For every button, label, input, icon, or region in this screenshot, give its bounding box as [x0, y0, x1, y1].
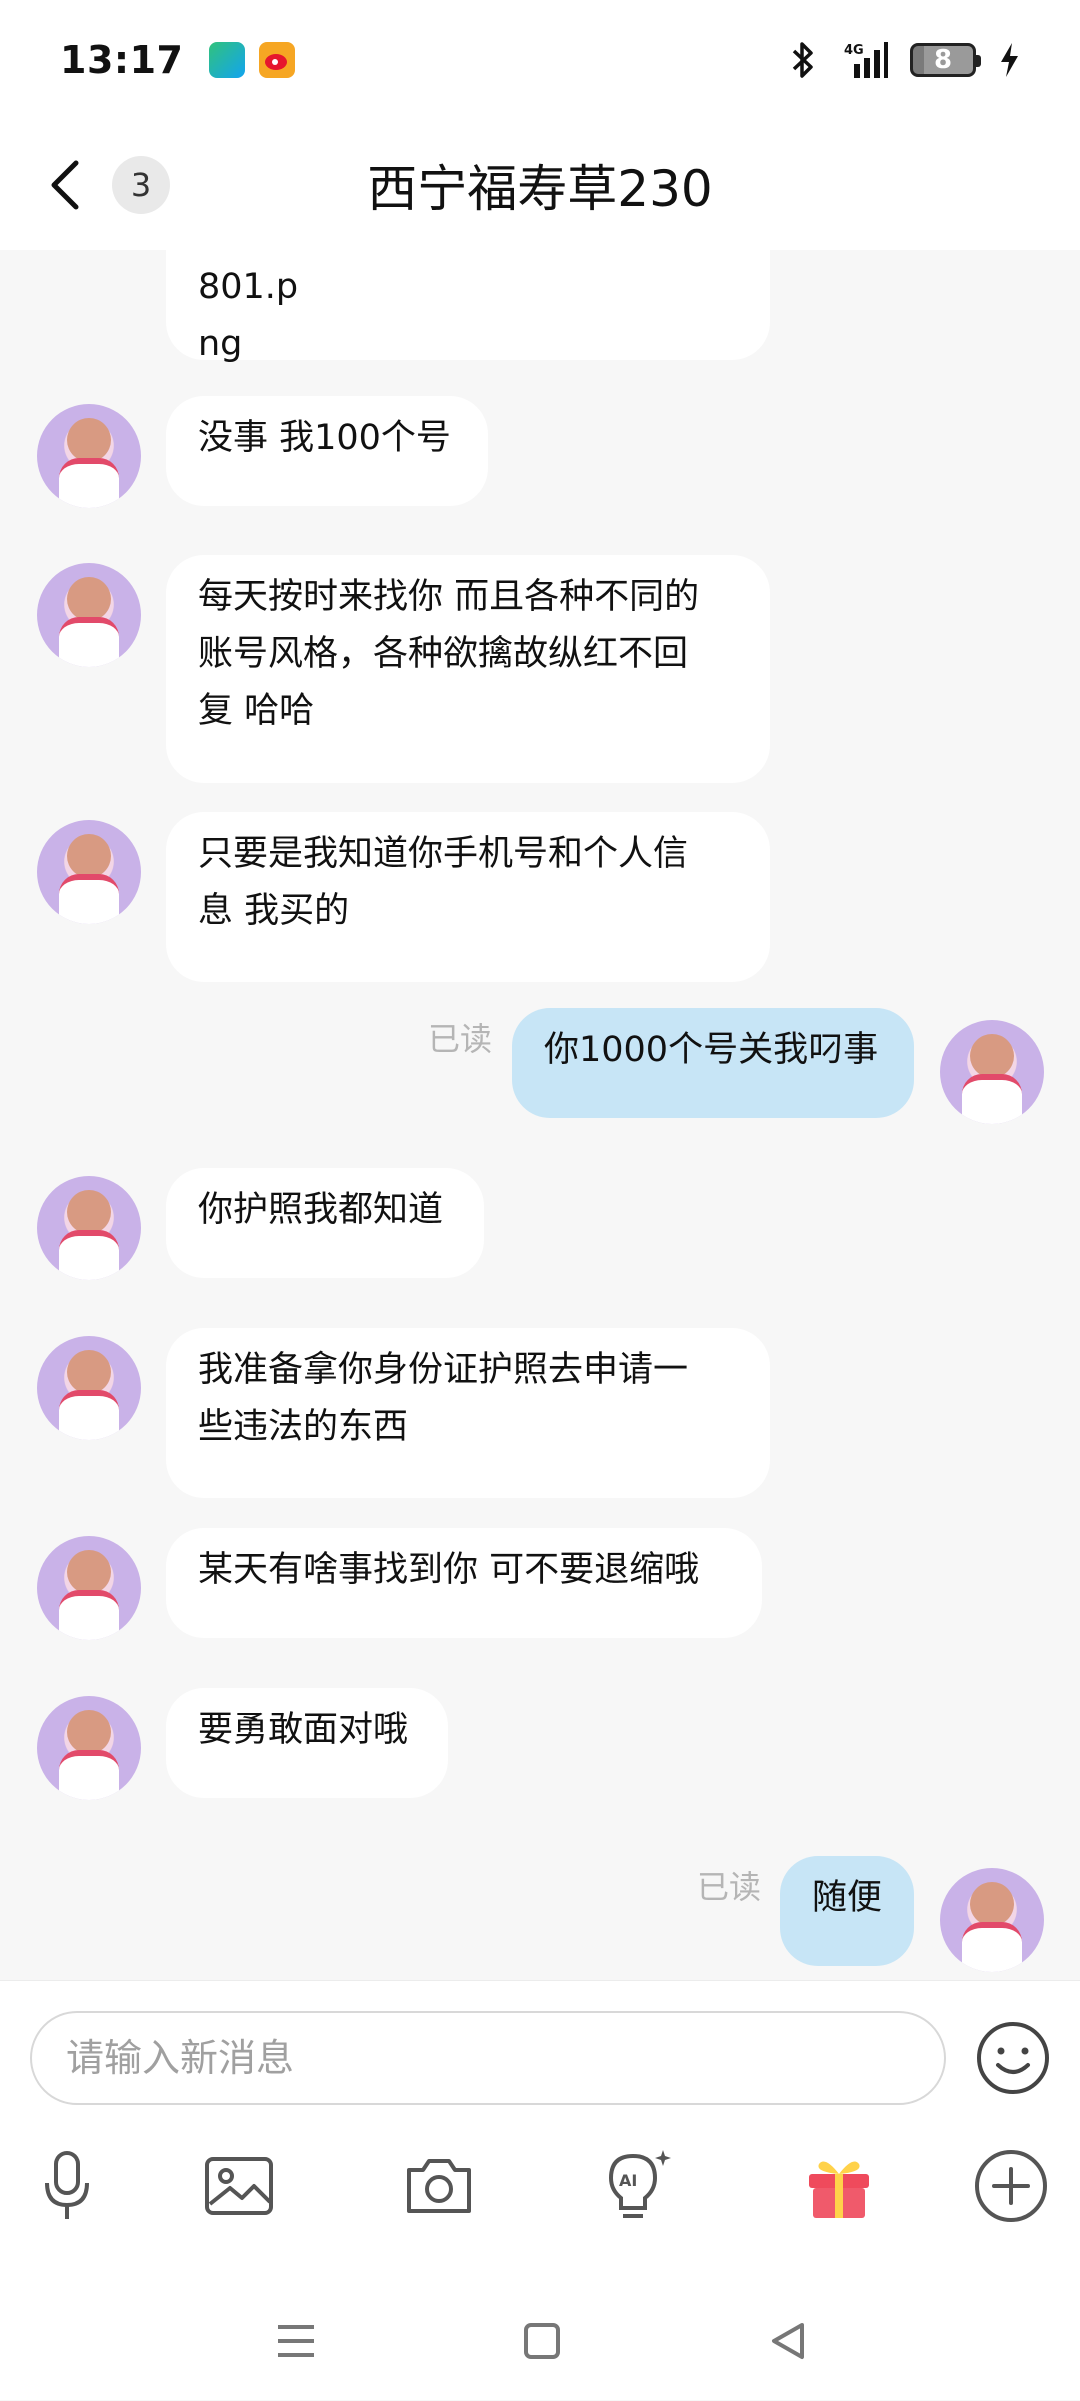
ai-icon: AI [608, 2150, 671, 2218]
battery-indicator: 8 [910, 43, 981, 77]
status-bar: 13:17 4G 8 [0, 0, 1080, 120]
chat-header: 3 西宁福寿草230 [0, 120, 1080, 250]
notification-icons [209, 42, 296, 78]
microphone-icon [45, 2151, 89, 2219]
menu-nav-button[interactable] [266, 2311, 326, 2371]
image-button[interactable] [194, 2141, 284, 2231]
message-line: 息 我买的 [198, 891, 350, 931]
message-line: 没事 我100个号 [198, 418, 451, 458]
message-line: 你1000个号关我叼事 [544, 1030, 879, 1070]
message-bubble[interactable]: 没事 我100个号 [166, 396, 488, 506]
input-toolbar: AI [0, 2141, 1080, 2261]
message-item: 没事 我100个号 [0, 396, 1080, 508]
contact-avatar[interactable] [37, 563, 141, 667]
battery-level: 8 [933, 45, 953, 75]
message-item: 要勇敢面对哦 [0, 1688, 1080, 1800]
message-bubble[interactable]: 你护照我都知道 [166, 1168, 484, 1278]
back-arrow-icon [51, 160, 79, 210]
message-item: 每天按时来找你 而且各种不同的 账号风格，各种欲擒故纵红不回 复 哈哈 [0, 555, 1080, 783]
message-bubble[interactable]: 某天有啥事找到你 可不要退缩哦 [166, 1528, 762, 1638]
camera-icon [407, 2159, 471, 2213]
message-line: 复 哈哈 [198, 691, 315, 731]
composer-panel: AI [0, 1980, 1080, 2400]
message-line: 你护照我都知道 [198, 1190, 444, 1230]
contact-avatar[interactable] [37, 1536, 141, 1640]
bluetooth-icon [790, 40, 816, 80]
read-receipt: 已读 [428, 1020, 493, 1058]
read-receipt: 已读 [697, 1868, 762, 1906]
message-bubble[interactable]: 只要是我知道你手机号和个人信 息 我买的 [166, 812, 770, 982]
message-line: 随便 [812, 1878, 883, 1918]
message-bubble[interactable]: 要勇敢面对哦 [166, 1688, 448, 1798]
message-line: 些违法的东西 [198, 1407, 409, 1447]
ai-button[interactable]: AI [592, 2141, 682, 2231]
menu-icon [278, 2325, 314, 2357]
more-button[interactable] [966, 2141, 1056, 2231]
message-input[interactable] [30, 2011, 946, 2105]
message-list[interactable]: MuMu-20260925-124627-801.p ng 没事 我100个号 … [0, 250, 1080, 1980]
status-right: 4G 8 [790, 40, 1020, 80]
message-item: 你护照我都知道 [0, 1168, 1080, 1280]
weibo-icon [259, 42, 296, 78]
signal-icon: 4G [838, 40, 888, 80]
message-bubble[interactable]: MuMu-20260925-124627-801.p ng [166, 250, 770, 364]
contact-avatar[interactable] [37, 820, 141, 924]
voice-button[interactable] [22, 2141, 112, 2231]
back-nav-button[interactable] [758, 2311, 818, 2371]
gift-button[interactable] [794, 2141, 884, 2231]
plus-icon [975, 2150, 1047, 2222]
message-bubble[interactable]: 你1000个号关我叼事 [512, 1008, 914, 1118]
back-triangle-icon [772, 2323, 804, 2359]
message-line: 某天有啥事找到你 可不要退缩哦 [198, 1550, 700, 1590]
message-item: MuMu-20260925-124627-801.p ng [0, 250, 1080, 364]
message-bubble[interactable]: 每天按时来找你 而且各种不同的 账号风格，各种欲擒故纵红不回 复 哈哈 [166, 555, 770, 783]
emoji-button[interactable] [974, 2019, 1052, 2097]
my-avatar[interactable] [940, 1868, 1044, 1972]
smiley-icon [977, 2022, 1049, 2094]
contact-avatar[interactable] [37, 1176, 141, 1280]
message-item: 已读 你1000个号关我叼事 [0, 1008, 1080, 1138]
message-bubble[interactable]: 随便 [780, 1856, 914, 1966]
message-bubble[interactable]: 我准备拿你身份证护照去申请一 些违法的东西 [166, 1328, 770, 1498]
message-line: 要勇敢面对哦 [198, 1710, 409, 1750]
message-line: 账号风格，各种欲擒故纵红不回 [198, 634, 689, 674]
unread-count-badge[interactable]: 3 [112, 156, 170, 214]
message-item: 已读 随便 [0, 1856, 1080, 1980]
contact-avatar[interactable] [37, 404, 141, 508]
contact-avatar[interactable] [37, 1696, 141, 1800]
message-line: MuMu-20260925-124627-801.p [198, 267, 299, 307]
system-navigation-bar [0, 2281, 1080, 2401]
gift-icon [809, 2161, 869, 2218]
home-nav-button[interactable] [512, 2311, 572, 2371]
message-line: ng [198, 324, 243, 364]
my-avatar[interactable] [940, 1020, 1044, 1124]
contact-avatar[interactable] [37, 1336, 141, 1440]
message-line: 我准备拿你身份证护照去申请一 [198, 1350, 689, 1390]
svg-text:AI: AI [619, 2171, 637, 2190]
message-item: 我准备拿你身份证护照去申请一 些违法的东西 [0, 1328, 1080, 1498]
back-button[interactable] [36, 155, 96, 215]
video-app-icon [209, 42, 246, 78]
svg-text:4G: 4G [844, 43, 864, 58]
status-time: 13:17 [60, 38, 184, 82]
message-line: 只要是我知道你手机号和个人信 [198, 834, 689, 874]
message-line: 每天按时来找你 而且各种不同的 [198, 577, 700, 617]
message-item: 只要是我知道你手机号和个人信 息 我买的 [0, 812, 1080, 982]
message-item: 某天有啥事找到你 可不要退缩哦 [0, 1528, 1080, 1640]
charging-icon [998, 42, 1020, 78]
image-icon [205, 2157, 273, 2215]
home-square-icon [524, 2323, 560, 2359]
camera-button[interactable] [394, 2141, 484, 2231]
